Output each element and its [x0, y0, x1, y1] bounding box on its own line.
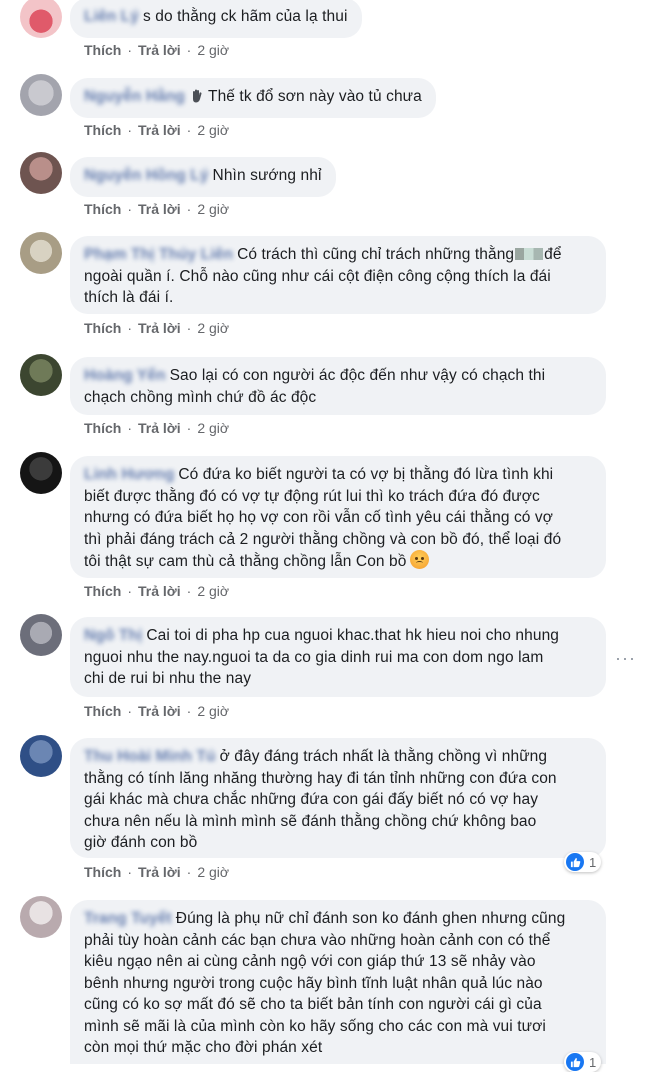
comment-text: gái khác mà chưa chắc những đứa con gái … [84, 791, 539, 808]
comment-text: thằng có tính lăng nhăng thường hay đi t… [84, 769, 557, 787]
comment-text: để [544, 246, 562, 263]
avatar[interactable] [20, 74, 62, 116]
comment-text: Có trách thì cũng chỉ trách những thằng [237, 246, 515, 263]
avatar[interactable] [20, 735, 62, 777]
reply-button[interactable]: Trả lời [138, 583, 181, 599]
avatar[interactable] [20, 0, 62, 38]
comment-text: kiêu ngạo nên ai cùng cảnh ngộ với con g… [84, 953, 536, 970]
comment-time[interactable]: 2 giờ [197, 864, 229, 880]
reply-button[interactable]: Trả lời [138, 42, 181, 58]
comment-text: Nhìn sướng nhỉ [212, 167, 322, 184]
comment-text: s do thằng ck hãm của lạ thui [142, 8, 348, 25]
commenter-name[interactable]: Ngô Thị [84, 627, 142, 644]
comment-bubble: Hoàng Yến Sao lại có con người ác độc đến… [70, 357, 606, 415]
commenter-name[interactable]: Thu Hoài Minh Tú [84, 748, 216, 765]
comment-bubble: Phạm Thị Thúy Liên Có trách thì cũng chỉ … [70, 236, 606, 314]
comment-actions: Thích · Trả lời · 2 giờ [84, 703, 230, 719]
avatar[interactable] [20, 452, 62, 494]
avatar[interactable] [20, 152, 62, 194]
comment-text: chưa nên nếu là mình mình sẽ đánh thằng … [84, 812, 537, 830]
comment-bubble: Linh Hương Có đứa ko biết người ta có vợ … [70, 456, 606, 578]
like-button[interactable]: Thích [84, 320, 121, 336]
comment-text: thích là đái í. [84, 289, 174, 306]
comment-text: biết được thằng đó có vợ tự động rút lui… [84, 487, 540, 505]
commenter-name[interactable]: Phạm Thị Thúy Liên [84, 246, 233, 263]
reply-button[interactable]: Trả lời [138, 201, 181, 217]
avatar[interactable] [20, 232, 62, 274]
comment-text: còn mọi thứ mặc cho đời phán xét [84, 1039, 323, 1056]
like-button[interactable]: Thích [84, 864, 121, 880]
reply-button[interactable]: Trả lời [138, 122, 181, 138]
avatar[interactable] [20, 614, 62, 656]
comment-time[interactable]: 2 giờ [197, 703, 229, 719]
comment-time[interactable]: 2 giờ [197, 420, 229, 436]
comment-text: mình sẽ mãi là của mình còn ko hãy sống … [84, 1017, 546, 1035]
comment-text: Có đứa ko biết người ta có vợ bị thằng đ… [178, 466, 554, 483]
waving-hand-icon [189, 88, 205, 111]
like-reaction-icon [566, 1053, 584, 1071]
reaction-count[interactable]: 1 [564, 852, 602, 872]
comment-text: bênh nhưng người trong cuộc hãy bình tĩn… [84, 974, 543, 992]
comment-bubble: Liên Lý s do thằng ck hãm của lạ thui [70, 0, 362, 38]
more-options-icon[interactable]: ··· [615, 648, 636, 669]
comment-actions: Thích · Trả lời · 2 giờ [84, 122, 230, 138]
comment-bubble: Ngô Thị Cai toi di pha hp cua nguoi khac.… [70, 617, 606, 697]
commenter-name[interactable]: Hoàng Yến [84, 367, 166, 384]
comment-bubble: Trang Tuyết Đúng là phụ nữ chỉ đánh son k… [70, 900, 606, 1064]
comment-text: Cai toi di pha hp cua nguoi khac.that hk… [146, 627, 560, 644]
comment-text: phải tùy hoàn cảnh các bạn chưa vào nhữn… [84, 931, 551, 949]
reply-button[interactable]: Trả lời [138, 420, 181, 436]
comment-time[interactable]: 2 giờ [197, 122, 229, 138]
comment-text: Sao lại có con người ác độc đến như vậy … [169, 367, 546, 384]
comment-actions: Thích · Trả lời · 2 giờ [84, 864, 230, 880]
like-button[interactable]: Thích [84, 703, 121, 719]
like-button[interactable]: Thích [84, 201, 121, 217]
comment-text: chi de rui bi nhu the nay [84, 670, 252, 687]
reply-button[interactable]: Trả lời [138, 864, 181, 880]
comment-actions: Thích · Trả lời · 2 giờ [84, 42, 230, 58]
comment-text: Đúng là phụ nữ chỉ đánh son ko đánh ghen… [175, 910, 566, 927]
comment-time[interactable]: 2 giờ [197, 42, 229, 58]
avatar[interactable] [20, 896, 62, 938]
comment-time[interactable]: 2 giờ [197, 320, 229, 336]
like-button[interactable]: Thích [84, 420, 121, 436]
comment-time[interactable]: 2 giờ [197, 201, 229, 217]
comment-actions: Thích · Trả lời · 2 giờ [84, 420, 230, 436]
comment-text: chạch chồng mình chứ đồ ác độc [84, 388, 317, 406]
commenter-name[interactable]: Linh Hương [84, 466, 174, 483]
like-button[interactable]: Thích [84, 583, 121, 599]
commenter-name[interactable]: Liên Lý [84, 8, 139, 25]
angry-face-icon [409, 550, 429, 569]
comment-bubble: Nguyễn Hồng Lý Nhìn sướng nhỉ [70, 157, 336, 197]
comment-actions: Thích · Trả lời · 2 giờ [84, 320, 230, 336]
commenter-name[interactable]: Nguyễn Hồng Lý [84, 167, 209, 184]
like-button[interactable]: Thích [84, 42, 121, 58]
censored-block-icon [515, 248, 544, 260]
comment-text: giờ đánh con bồ [84, 834, 198, 851]
comment-time[interactable]: 2 giờ [197, 583, 229, 599]
comment-text: Thế tk đổ sơn này vào tủ chưa [208, 88, 422, 105]
reaction-number: 1 [589, 1054, 597, 1070]
comment-bubble: Nguyễn Hằng Thế tk đổ sơn này vào tủ chưa [70, 78, 436, 118]
reaction-count[interactable]: 1 [564, 1052, 602, 1072]
comment-text: nguoi nhu the nay.nguoi ta da co gia din… [84, 648, 544, 666]
commenter-name[interactable]: Trang Tuyết [84, 910, 172, 927]
comment-actions: Thích · Trả lời · 2 giờ [84, 201, 230, 217]
comment-bubble: Thu Hoài Minh Tú ở đây đáng trách nhất là… [70, 738, 606, 858]
avatar[interactable] [20, 354, 62, 396]
reply-button[interactable]: Trả lời [138, 320, 181, 336]
commenter-name[interactable]: Nguyễn Hằng [84, 88, 185, 105]
comment-text: cũng có ko sợ mất đó sẽ cho ta biết bản … [84, 996, 542, 1013]
comment-actions: Thích · Trả lời · 2 giờ [84, 583, 230, 599]
reaction-number: 1 [589, 854, 597, 870]
reply-button[interactable]: Trả lời [138, 703, 181, 719]
comment-text: ngoài quần í. Chỗ nào cũng như cái cột đ… [84, 267, 551, 285]
comment-text: tôi thật sự cam thù cả thằng chồng lẫn C… [84, 553, 407, 570]
like-button[interactable]: Thích [84, 122, 121, 138]
comment-text: nhưng có đứa biết họ họ vợ con rồi vẫn c… [84, 509, 554, 526]
comment-text: ở đây đáng trách nhất là thằng chồng vì … [219, 748, 548, 765]
comment-text: thì phải đáng trách cả 2 người thằng chồ… [84, 530, 562, 548]
like-reaction-icon [566, 853, 584, 871]
